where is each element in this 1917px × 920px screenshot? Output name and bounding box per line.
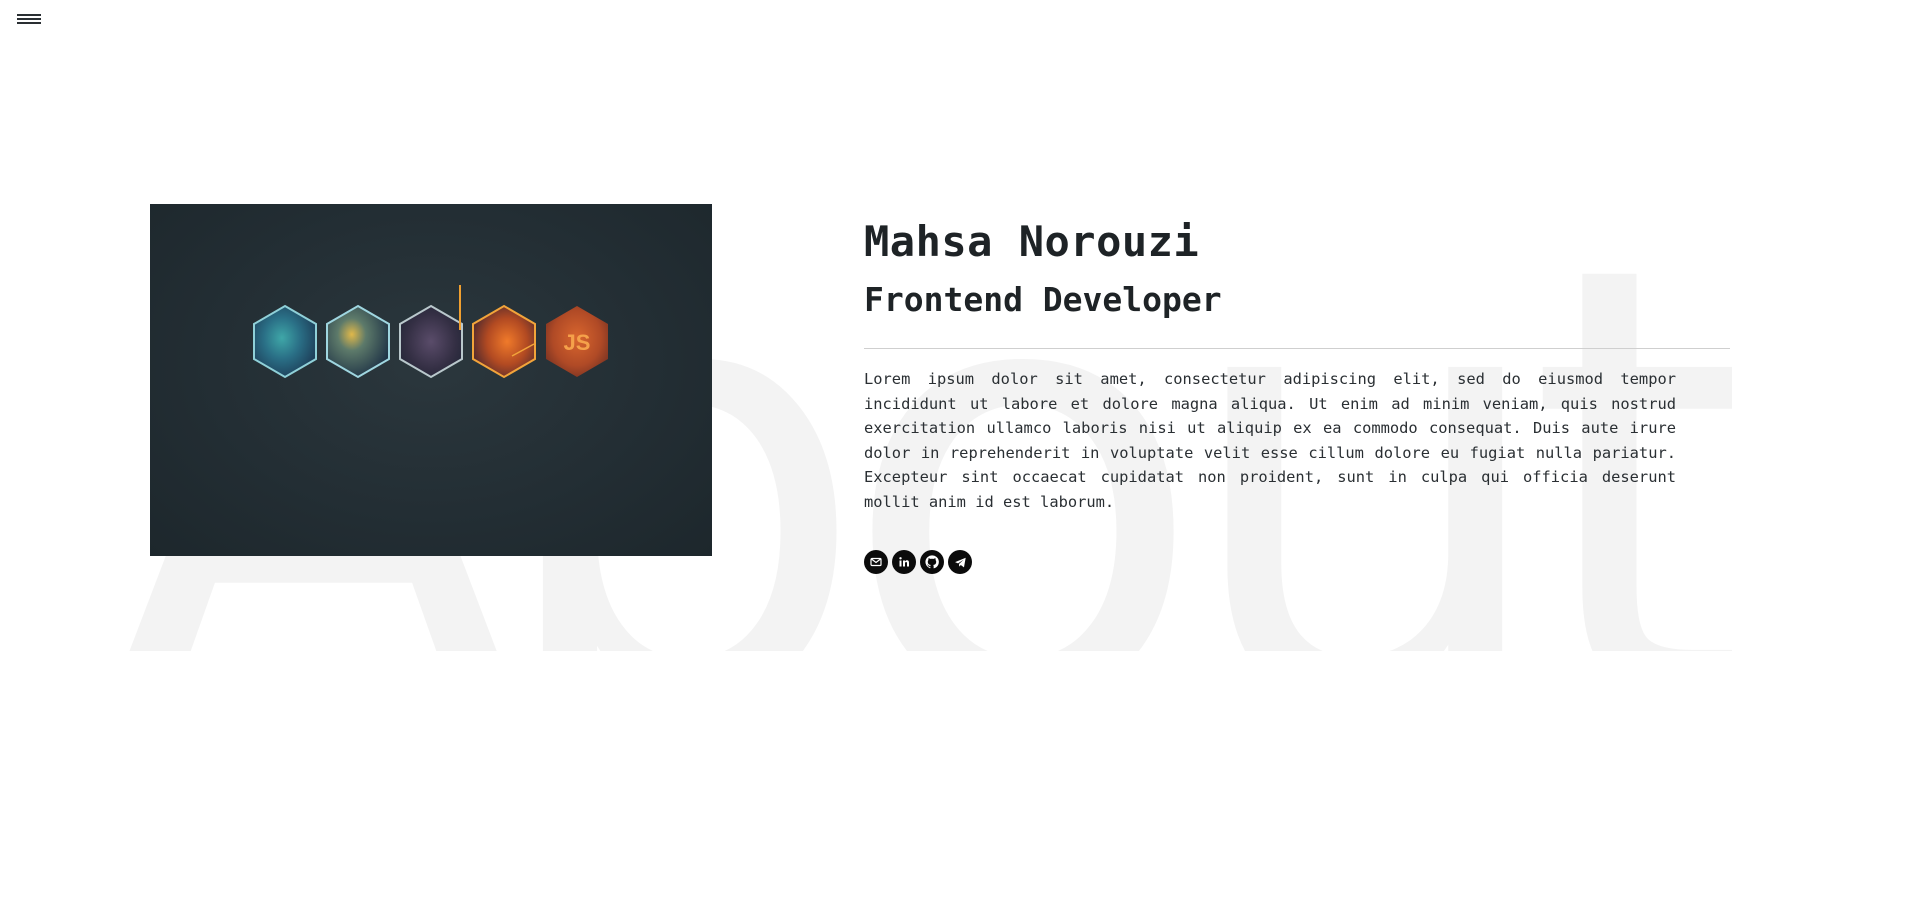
profile-title: Frontend Developer (864, 280, 1222, 319)
code-hexagon-image: JS (150, 204, 712, 556)
js-logo-text: JS (564, 330, 591, 355)
hexagon-js-logo: JS (546, 306, 608, 377)
profile-name: Mahsa Norouzi (864, 217, 1200, 266)
divider (864, 348, 1730, 349)
hexagon-blue-nebula (253, 304, 317, 379)
hamburger-menu-icon[interactable] (14, 8, 44, 30)
linkedin-icon (899, 557, 909, 567)
profile-content: Mahsa Norouzi Frontend Developer Lorem i… (864, 216, 1732, 574)
social-links (864, 550, 1732, 574)
github-icon (925, 555, 939, 569)
mail-link[interactable] (864, 550, 888, 574)
profile-bio: Lorem ipsum dolor sit amet, consectetur … (864, 370, 1676, 511)
hexagon-gold-nebula (326, 304, 390, 379)
mail-icon (870, 557, 882, 567)
linkedin-link[interactable] (892, 550, 916, 574)
hexagon-purple-nebula (399, 285, 463, 379)
telegram-icon (954, 557, 966, 567)
hexagon-orange-nebula (472, 304, 536, 379)
about-page: About JS Mahsa Norouzi Frontend Develope… (0, 0, 1917, 920)
telegram-link[interactable] (948, 550, 972, 574)
github-link[interactable] (920, 550, 944, 574)
